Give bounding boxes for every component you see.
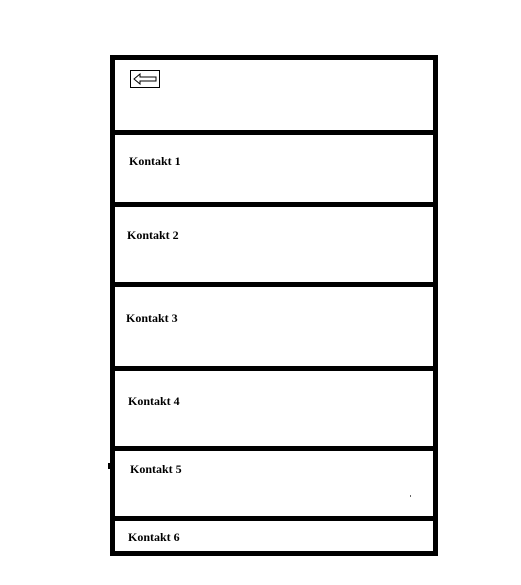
back-arrow-icon [133,73,157,85]
contact-item-5[interactable]: Kontakt 5 [115,451,433,516]
contact-label: Kontakt 5 [130,462,182,476]
contact-item-6[interactable]: Kontakt 6 [115,521,433,556]
contact-label: Kontakt 6 [128,530,180,544]
contact-label: Kontakt 1 [129,154,181,168]
contact-item-2[interactable]: Kontakt 2 [115,207,433,282]
back-button[interactable] [130,70,160,88]
stray-mark [108,463,112,469]
contact-item-4[interactable]: Kontakt 4 [115,371,433,446]
contact-label: Kontakt 4 [128,394,180,408]
contact-item-3[interactable]: Kontakt 3 [115,287,433,366]
contact-item-1[interactable]: Kontakt 1 [115,135,433,202]
contact-label: Kontakt 3 [126,311,178,325]
contact-label: Kontakt 2 [127,228,179,242]
app-frame: Kontakt 1 Kontakt 2 Kontakt 3 Kontakt 4 … [110,55,438,556]
stray-dot [410,495,411,497]
